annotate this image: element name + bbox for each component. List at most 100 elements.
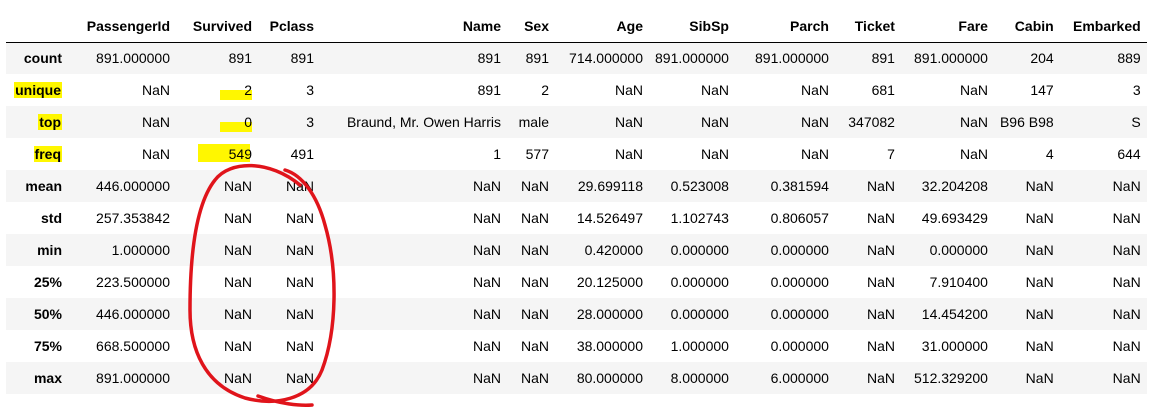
cell-value: 891.000000 [755,50,829,67]
cell-survived: NaN [176,330,258,362]
cell-value: NaN [223,306,252,322]
cell-value: 257.353842 [96,210,170,226]
cell-value: 32.204208 [921,178,988,194]
cell-survived: NaN [176,298,258,330]
row-label-text: 50% [33,306,62,322]
cell-age: 0.420000 [555,234,649,266]
cell-value: NaN [1112,274,1141,290]
row-label: 25% [6,266,68,298]
cell-fare: 0.000000 [901,234,994,266]
cell-parch: NaN [735,74,835,106]
cell-parch: 0.381594 [735,170,835,202]
table-row: mean 446.000000 NaN NaN NaN NaN 29.699118 0.523… [6,170,1147,202]
cell-pclass: NaN [258,266,320,298]
cell-value: 223.500000 [96,274,170,290]
cell-sibsp: 0.000000 [649,298,735,330]
cell-value: 0.000000 [770,274,829,290]
cell-value: 3 [1132,82,1141,98]
row-label: 50% [6,298,68,330]
cell-value: 29.699118 [577,178,643,194]
cell-embarked: 644 [1060,138,1147,170]
row-label-text: min [37,242,62,258]
cell-value: male [518,114,549,130]
cell-value: 446.000000 [96,178,170,194]
cell-ticket: 347082 [835,106,901,138]
cell-value: NaN [285,306,314,322]
cell-value: NaN [1025,370,1054,386]
cell-value: NaN [1025,210,1054,226]
cell-value: 668.500000 [96,338,170,354]
cell-passengerid: 891.000000 [68,42,176,74]
row-label-text: 75% [33,338,62,354]
cell-age: NaN [555,106,649,138]
cell-value: 1.102743 [670,210,729,226]
cell-ticket: NaN [835,266,901,298]
cell-ticket: NaN [835,202,901,234]
cell-cabin: 4 [994,138,1060,170]
cell-value: 891.000000 [655,50,729,67]
cell-survived: 2 [176,74,258,106]
column-header-name: Name [320,11,507,43]
row-label-text: unique [14,82,62,98]
cell-value: 6.000000 [770,370,829,386]
cell-parch: 0.000000 [735,266,835,298]
cell-value: NaN [614,82,643,98]
cell-value: NaN [472,178,501,194]
cell-name: 1 [320,138,507,170]
column-header-ticket: Ticket [834,11,901,43]
cell-value: NaN [285,274,314,290]
cell-value: NaN [285,178,314,194]
cell-fare: NaN [901,138,994,170]
cell-passengerid: 257.353842 [68,202,176,234]
cell-sibsp: 0.000000 [649,266,735,298]
cell-value: NaN [800,114,829,130]
cell-parch: 0.000000 [735,298,835,330]
cell-fare: 7.910400 [901,266,994,298]
cell-ticket: 681 [835,74,901,106]
cell-sibsp: 0.000000 [649,234,735,266]
cell-value: 891.000000 [96,50,170,67]
row-label-text: 25% [33,274,62,290]
cell-value: 204 [1030,50,1054,67]
cell-passengerid: NaN [68,138,176,170]
cell-passengerid: 446.000000 [68,170,176,202]
cell-value: 20.125000 [576,274,643,290]
cell-parch: 0.000000 [735,330,835,362]
cell-pclass: NaN [258,170,320,202]
cell-name: NaN [320,266,507,298]
cell-sibsp: NaN [649,106,735,138]
row-label: min [6,234,68,266]
cell-embarked: 889 [1060,42,1147,74]
cell-name: 891 [320,74,507,106]
cell-cabin: NaN [994,330,1060,362]
cell-sex: NaN [507,170,555,202]
cell-value: 0.523008 [670,178,729,194]
column-header-sex: Sex [507,11,555,43]
cell-value: NaN [800,82,829,98]
cell-value: NaN [520,338,549,354]
cell-value: NaN [472,274,501,290]
column-header-fare: Fare [900,11,994,43]
cell-cabin: B96 B98 [994,106,1060,138]
cell-name: NaN [320,234,507,266]
cell-age: 80.000000 [555,362,649,394]
cell-value: NaN [959,82,988,98]
cell-value: NaN [866,306,895,322]
cell-sex: NaN [507,266,555,298]
table-row: max 891.000000 NaN NaN NaN NaN 80.000000 8.0000… [6,362,1147,394]
cell-sex: NaN [507,330,555,362]
cell-value: 0.420000 [584,242,643,258]
cell-value: NaN [285,338,314,354]
cell-fare: 31.000000 [901,330,994,362]
table-row: 75% 668.500000 NaN NaN NaN NaN 38.000000 1.0000… [6,330,1147,362]
cell-value: 38.000000 [576,338,643,354]
cell-value: 891 [525,50,549,67]
cell-value: 7 [887,146,895,162]
cell-passengerid: 891.000000 [68,362,176,394]
cell-value: NaN [700,146,729,162]
describe-dataframe-table: PassengerId Survived Pclass Name Sex Age… [6,11,1147,394]
table-row: 25% 223.500000 NaN NaN NaN NaN 20.125000 0.0000… [6,266,1147,298]
cell-value: 891.000000 [914,50,988,67]
cell-value: NaN [866,178,895,194]
cell-value: 577 [525,146,549,162]
